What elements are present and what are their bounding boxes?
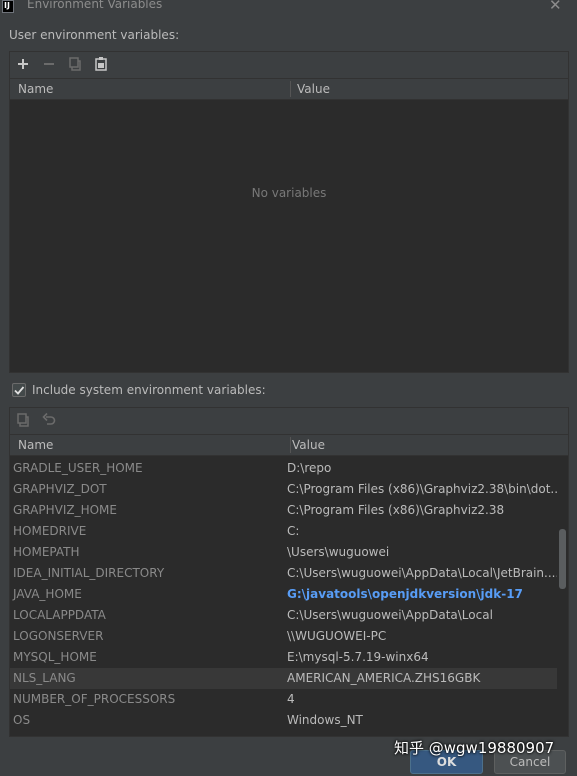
system-variables-table[interactable]: GRADLE_USER_HOME D:\repo GRAPHVIZ_DOT C:\Pr… [10, 456, 568, 736]
undo-icon[interactable] [41, 412, 57, 428]
empty-table-message: No variables [251, 186, 327, 200]
table-row[interactable]: LOCALAPPDATA C:\Users\wuguowei\AppData\Lo… [10, 605, 558, 626]
variable-name: HOMEPATH [13, 545, 80, 559]
user-variables-panel: Name Value No variables [9, 51, 569, 373]
variable-name: LOGONSERVER [13, 629, 104, 643]
variable-name: NUMBER_OF_PROCESSORS [13, 692, 176, 706]
variable-name: OS [13, 713, 31, 727]
copy-icon[interactable] [67, 56, 83, 72]
column-divider[interactable] [290, 81, 291, 97]
copy-icon[interactable] [15, 412, 31, 428]
checkmark-icon [14, 386, 25, 395]
table-row[interactable]: MYSQL_HOME E:\mysql-5.7.19-winx64 [10, 647, 558, 668]
variable-value: G:\javatools\openjdkversion\jdk-17 [287, 587, 523, 601]
variable-name: GRAPHVIZ_HOME [13, 503, 117, 517]
include-system-variables-checkbox[interactable] [12, 383, 26, 397]
table-row[interactable]: HOMEDRIVE C: [10, 521, 558, 542]
variable-value: Windows_NT [287, 713, 363, 727]
system-variables-toolbar [10, 408, 568, 434]
table-row[interactable]: IDEA_INITIAL_DIRECTORY C:\Users\wuguowei\… [10, 563, 558, 584]
watermark: 知乎 @wgw19880907 [394, 739, 555, 757]
title-bar: IJ Environment Variables ✕ [0, 0, 577, 14]
column-name-header[interactable]: Name [18, 438, 53, 452]
variable-name: GRADLE_USER_HOME [13, 461, 143, 475]
variable-name: JAVA_HOME [13, 587, 82, 601]
user-variables-toolbar [10, 52, 568, 78]
window-title: Environment Variables [27, 0, 163, 11]
variable-value: C: [287, 524, 300, 538]
variable-name: IDEA_INITIAL_DIRECTORY [13, 566, 165, 580]
variable-name: NLS_LANG [13, 671, 76, 685]
table-row[interactable]: GRADLE_USER_HOME D:\repo [10, 458, 558, 479]
variable-value: C:\Users\wuguowei\AppData\Local [287, 608, 493, 622]
variable-name: GRAPHVIZ_DOT [13, 482, 107, 496]
variable-name: MYSQL_HOME [13, 650, 97, 664]
scrollbar-thumb[interactable] [559, 529, 566, 589]
variable-value: C:\Users\wuguowei\AppData\Local\JetBrain… [287, 566, 557, 580]
intellij-idea-icon: IJ [2, 0, 14, 13]
variable-value: \\WUGUOWEI-PC [287, 629, 387, 643]
column-name-header[interactable]: Name [18, 82, 53, 96]
system-table-header: Name Value [10, 434, 568, 456]
remove-icon[interactable] [41, 56, 57, 72]
include-system-variables-label[interactable]: Include system environment variables: [32, 383, 266, 397]
table-row[interactable]: GRAPHVIZ_HOME C:\Program Files (x86)\Grap… [10, 500, 558, 521]
table-row[interactable]: OS Windows_NT [10, 710, 558, 731]
system-variables-panel: Name Value GRADLE_USER_HOME D:\repo GRAPHV… [9, 407, 569, 737]
table-row[interactable]: JAVA_HOME G:\javatools\openjdkversion\jdk… [10, 584, 558, 605]
table-row[interactable]: NLS_LANG AMERICAN_AMERICA.ZHS16GBK [10, 668, 558, 689]
paste-icon[interactable] [93, 56, 109, 72]
variable-value: \Users\wuguowei [287, 545, 390, 559]
variable-name: HOMEDRIVE [13, 524, 87, 538]
user-variables-label: User environment variables: [9, 28, 180, 42]
variable-value: 4 [287, 692, 295, 706]
close-icon[interactable]: ✕ [549, 0, 565, 14]
variable-name: LOCALAPPDATA [13, 608, 106, 622]
column-value-header[interactable]: Value [297, 82, 330, 96]
variable-value: AMERICAN_AMERICA.ZHS16GBK [287, 671, 481, 685]
table-row[interactable]: NUMBER_OF_PROCESSORS 4 [10, 689, 558, 710]
table-row[interactable]: HOMEPATH \Users\wuguowei [10, 542, 558, 563]
table-row[interactable]: LOGONSERVER \\WUGUOWEI-PC [10, 626, 558, 647]
table-row[interactable]: GRAPHVIZ_DOT C:\Program Files (x86)\Graph… [10, 479, 558, 500]
column-divider[interactable] [290, 437, 291, 453]
user-variables-table[interactable]: No variables [10, 100, 568, 372]
user-table-header: Name Value [10, 78, 568, 100]
vertical-scrollbar[interactable] [557, 456, 568, 736]
variable-value: C:\Program Files (x86)\Graphviz2.38\bin\… [287, 482, 557, 496]
variable-value: D:\repo [287, 461, 332, 475]
add-icon[interactable] [15, 56, 31, 72]
variable-value: C:\Program Files (x86)\Graphviz2.38 [287, 503, 505, 517]
variable-value: E:\mysql-5.7.19-winx64 [287, 650, 429, 664]
column-value-header[interactable]: Value [292, 438, 325, 452]
